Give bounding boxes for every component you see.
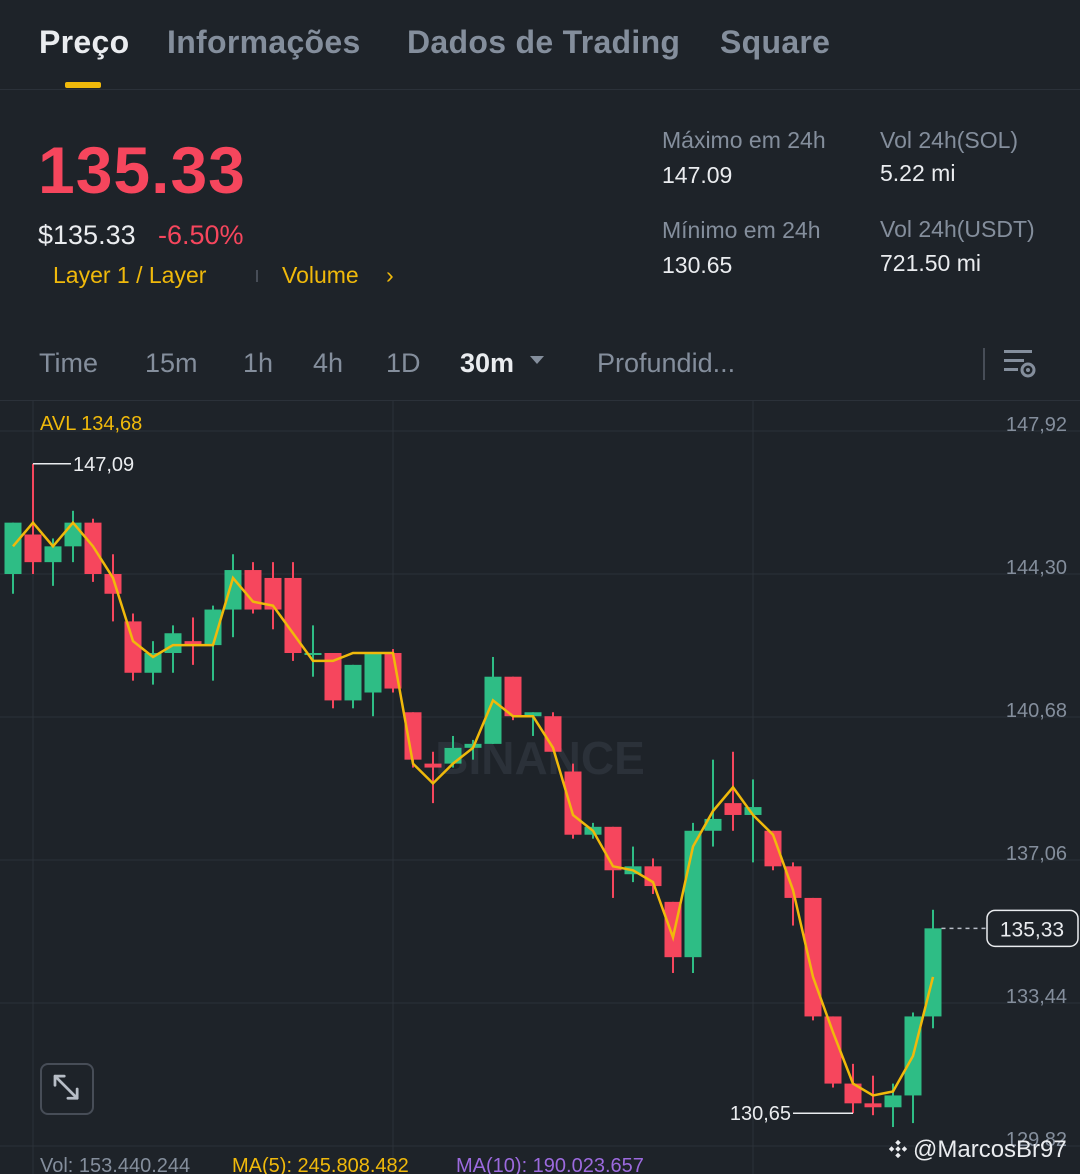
candle-body	[64, 522, 82, 547]
y-tick-label: 137,06	[1006, 843, 1067, 865]
low-marker-label: 130,65	[730, 1103, 791, 1125]
candle-body	[4, 522, 22, 574]
candle-body	[804, 897, 822, 1017]
low-24h-label: Mínimo em 24h	[662, 217, 821, 243]
tab-preco[interactable]: Preço	[39, 24, 129, 61]
chevron-right-icon[interactable]: ›	[386, 262, 394, 289]
low-24h-value: 130.65	[662, 252, 733, 278]
candle-body	[604, 826, 622, 871]
user-watermark: @MarcosBr97	[887, 1136, 1067, 1164]
vol-quote-value: 721.50 mi	[880, 250, 982, 276]
chart-watermark: BINANCE	[435, 732, 645, 784]
candle-body	[724, 803, 742, 815]
high-24h-value: 147.09	[662, 162, 733, 188]
avl-label: AVL 134,68	[40, 413, 142, 435]
candle-body	[424, 763, 442, 768]
interval-15m[interactable]: 15m	[145, 348, 198, 379]
y-tick-label: 140,68	[1006, 700, 1067, 722]
interval-1h[interactable]: 1h	[243, 348, 273, 379]
interval-depth[interactable]: Profundid...	[597, 348, 735, 379]
vol-quote-label: Vol 24h(USDT)	[880, 216, 1035, 242]
top-tab-bar: Preço Informações Dados de Trading Squar…	[0, 0, 1080, 90]
volume-label: Vol: 153.440.244	[40, 1155, 190, 1174]
interval-4h[interactable]: 4h	[313, 348, 343, 379]
candle-body	[484, 676, 502, 744]
candle-body	[444, 747, 462, 764]
candles	[4, 463, 942, 1128]
high-24h-label: Máximo em 24h	[662, 127, 826, 153]
y-axis-ticks: 147,92144,30140,68137,06133,44129,82	[1006, 414, 1067, 1151]
watermark-username: @MarcosBr97	[913, 1136, 1067, 1163]
candle-body	[864, 1103, 882, 1108]
y-tick-label: 147,92	[1006, 414, 1067, 436]
y-tick-label: 133,44	[1006, 986, 1067, 1008]
candle-body	[224, 570, 242, 610]
interval-1d[interactable]: 1D	[386, 348, 421, 379]
candle-body	[564, 771, 582, 835]
high-marker-label: 147,09	[73, 454, 134, 476]
candle-body	[884, 1095, 902, 1108]
tag-divider	[256, 270, 258, 282]
volume-ma5-label: MA(5): 245.808.482	[232, 1155, 409, 1174]
ma-line	[12, 520, 935, 1097]
interval-30m[interactable]: 30m	[460, 348, 514, 379]
binance-diamond-icon	[888, 1139, 908, 1159]
active-tab-indicator	[65, 82, 101, 88]
toolbar-divider	[983, 348, 985, 380]
tab-informacoes[interactable]: Informações	[167, 24, 361, 61]
candle-body	[364, 653, 382, 693]
last-price-badge-label: 135,33	[1000, 918, 1064, 941]
volume-tag[interactable]: Volume	[282, 262, 359, 289]
candle-body	[24, 534, 42, 563]
candlestick-chart[interactable]: BINANCE 147,92144,30140,68137,06133,4412…	[0, 400, 1080, 1174]
caret-down-icon[interactable]	[530, 356, 544, 364]
vol-base-value: 5.22 mi	[880, 160, 956, 186]
chart-settings-icon[interactable]	[1000, 344, 1040, 384]
usd-price: $135.33	[38, 220, 136, 250]
volume-ma10-label: MA(10): 190.023.657	[456, 1155, 644, 1174]
y-tick-label: 144,30	[1006, 557, 1067, 579]
expand-arrows-icon	[53, 1074, 79, 1100]
tab-square[interactable]: Square	[720, 24, 830, 61]
candle-body	[44, 546, 62, 563]
expand-chart-button[interactable]	[40, 1063, 94, 1115]
last-price: 135.33	[38, 133, 246, 207]
price-change-percent: -6.50%	[158, 220, 244, 250]
tab-dados-de-trading[interactable]: Dados de Trading	[407, 24, 680, 61]
vol-base-label: Vol 24h(SOL)	[880, 127, 1019, 153]
category-tag[interactable]: Layer 1 / Layer	[53, 262, 206, 289]
interval-time[interactable]: Time	[39, 348, 98, 379]
candle-body	[344, 664, 362, 701]
